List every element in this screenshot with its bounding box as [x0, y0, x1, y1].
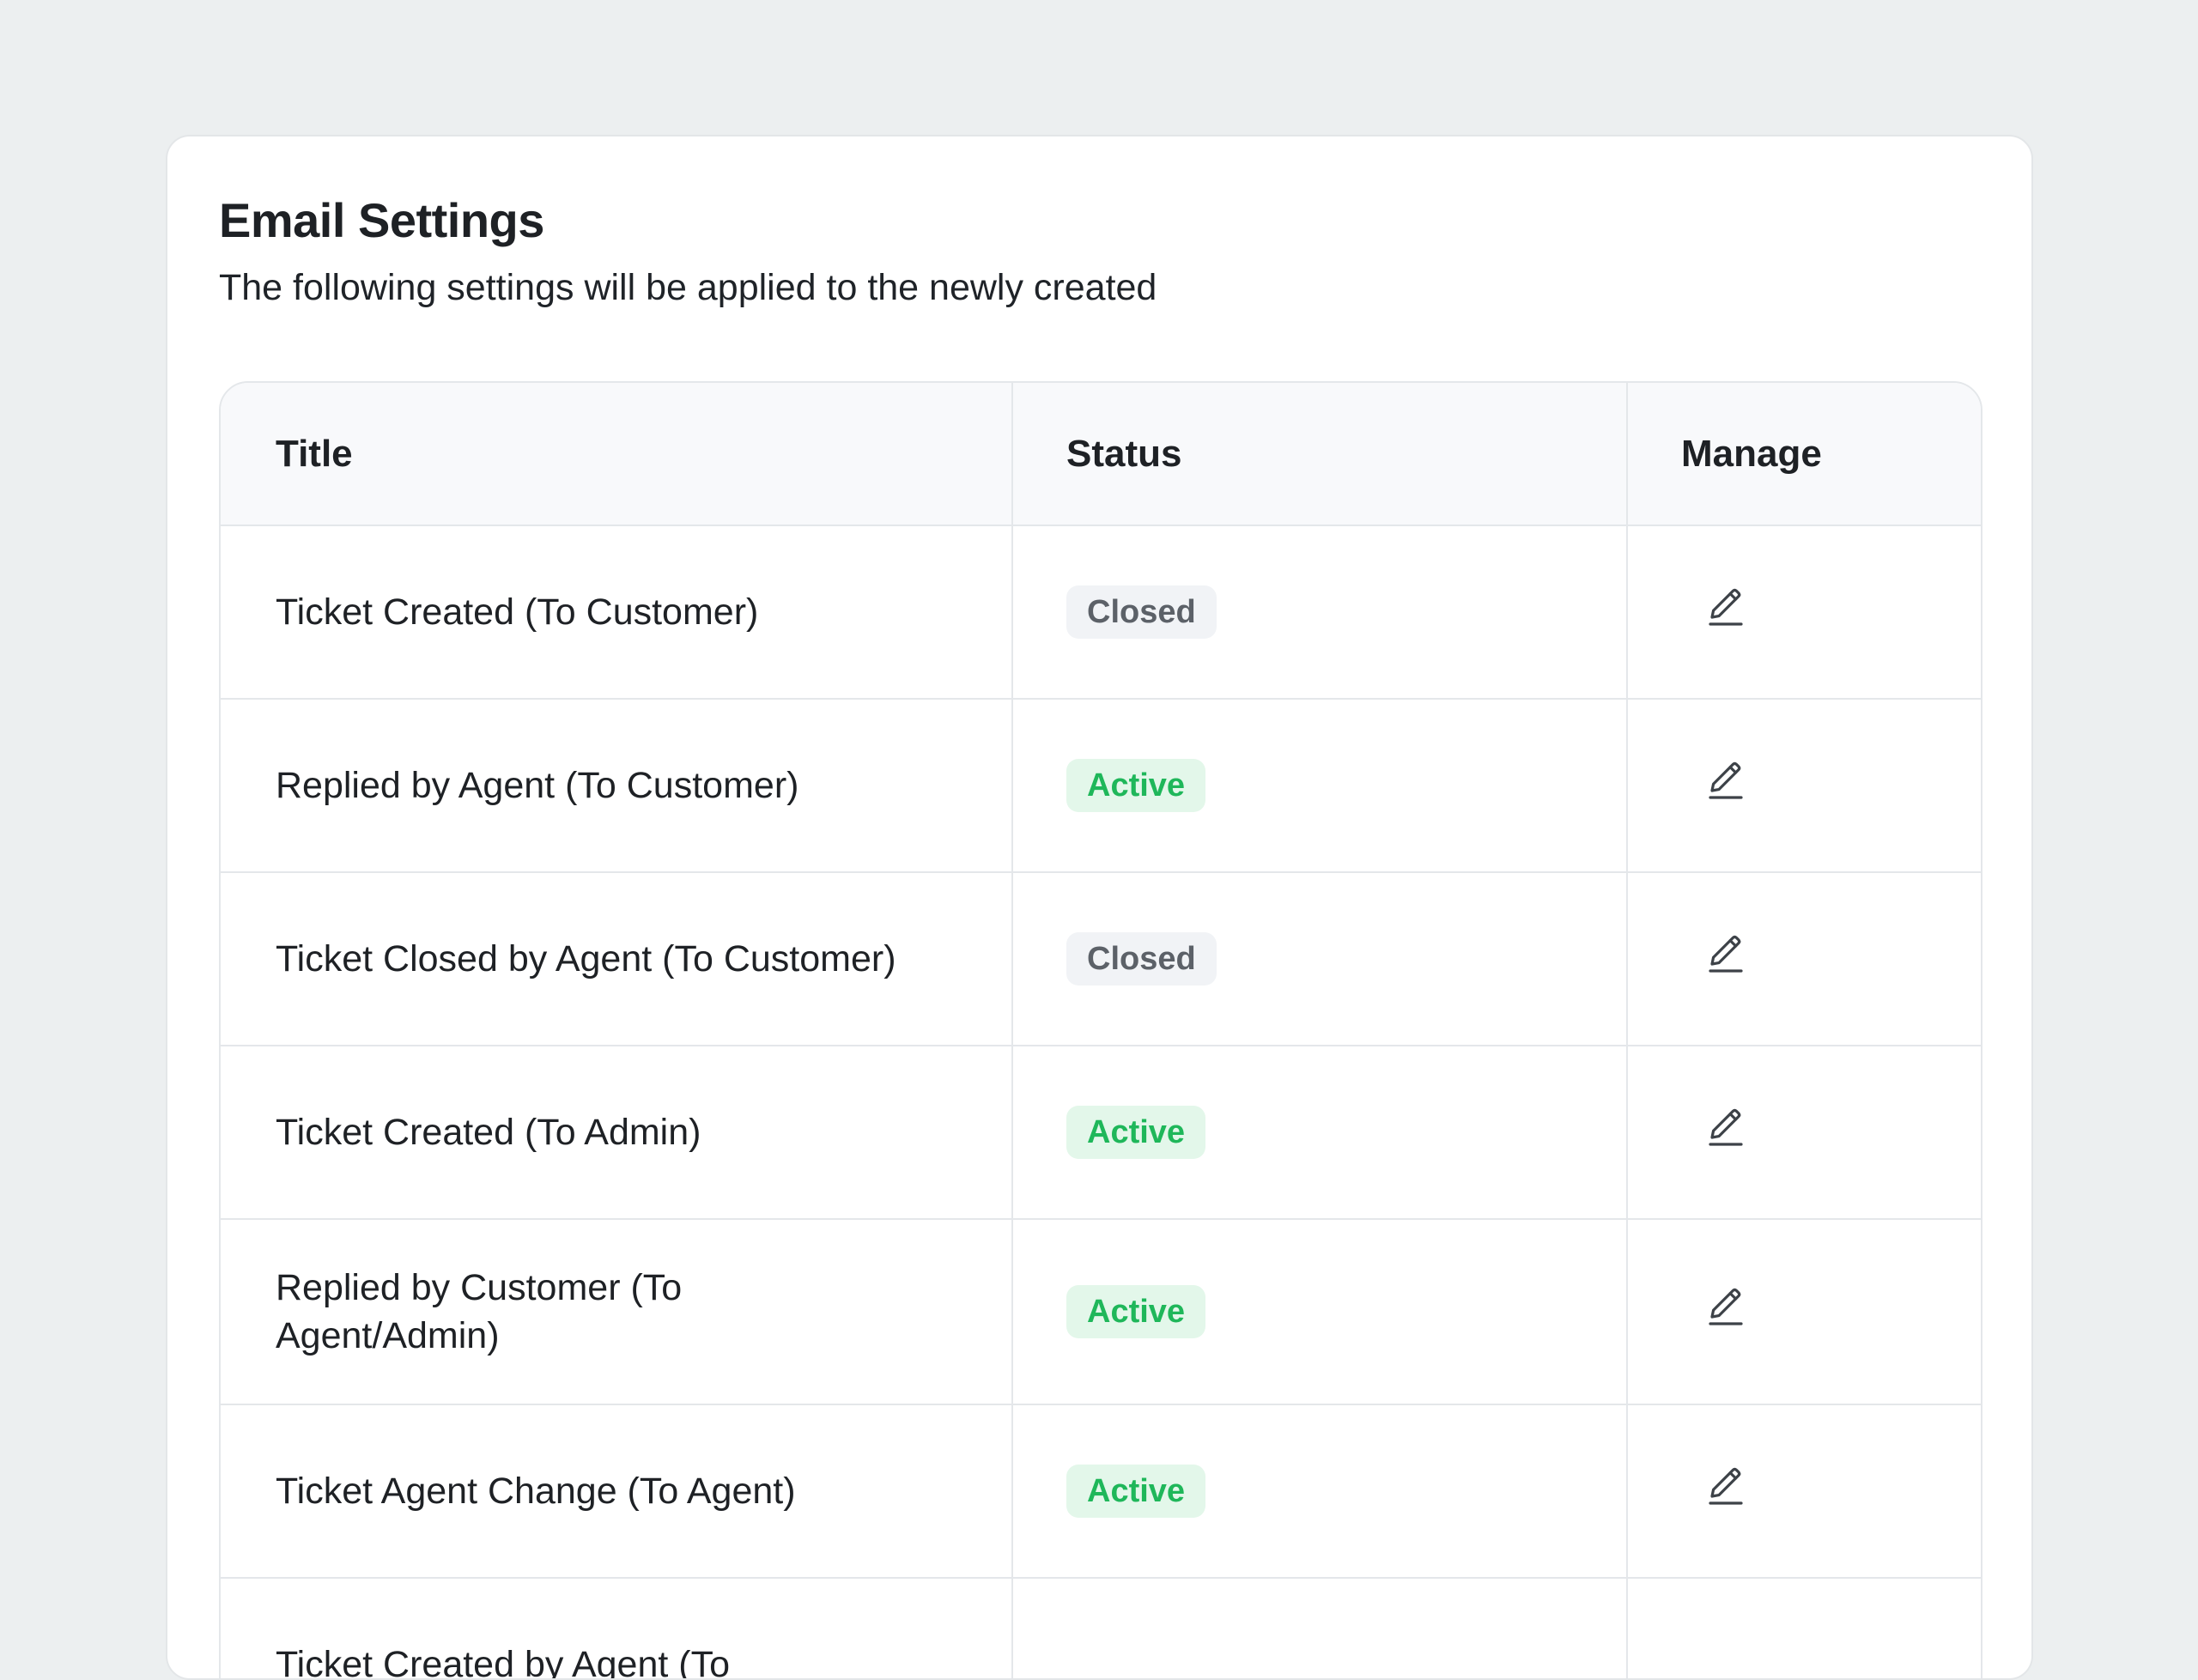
edit-icon[interactable]	[1705, 757, 1746, 802]
edit-icon[interactable]	[1705, 931, 1746, 975]
row-title: Ticket Created (To Admin)	[221, 1046, 1013, 1220]
row-manage-cell	[1627, 699, 1981, 873]
table-row: Ticket Agent Change (To Agent) Active	[221, 1404, 1981, 1579]
row-status-cell: Active	[1012, 1046, 1628, 1220]
edit-icon[interactable]	[1705, 584, 1746, 628]
table-row: Replied by Agent (To Customer) Active	[221, 699, 1981, 873]
row-status-cell: Closed	[1012, 525, 1628, 700]
status-badge: Active	[1066, 1285, 1206, 1338]
row-title: Replied by Agent (To Customer)	[221, 699, 1013, 873]
row-manage-cell	[1627, 1046, 1981, 1220]
status-badge: Active	[1066, 1465, 1206, 1518]
page-subtitle: The following settings will be applied t…	[219, 267, 1157, 308]
table-row: Ticket Created by Agent (To	[221, 1578, 1981, 1678]
email-settings-card: Email Settings The following settings wi…	[166, 135, 2033, 1680]
row-status-cell	[1012, 1578, 1628, 1678]
row-status-cell: Active	[1012, 1219, 1628, 1405]
status-badge: Closed	[1066, 585, 1217, 639]
table-row: Ticket Created (To Customer) Closed	[221, 525, 1981, 700]
table-header-row: Title Status Manage	[221, 383, 1981, 526]
status-badge: Active	[1066, 1106, 1206, 1159]
status-badge: Active	[1066, 759, 1206, 812]
row-manage-cell	[1627, 1219, 1981, 1405]
page-title: Email Settings	[219, 193, 544, 247]
row-title: Ticket Closed by Agent (To Customer)	[221, 872, 1013, 1046]
row-title: Ticket Created by Agent (To	[221, 1578, 1013, 1678]
status-badge: Closed	[1066, 932, 1217, 986]
table-row: Replied by Customer (To Agent/Admin) Acti…	[221, 1219, 1981, 1405]
row-status-cell: Active	[1012, 699, 1628, 873]
row-manage-cell	[1627, 525, 1981, 700]
column-header-title: Title	[221, 383, 1013, 526]
column-header-manage: Manage	[1627, 383, 1981, 526]
email-settings-table: Title Status Manage Ticket Created (To C…	[219, 381, 1982, 1678]
row-title: Ticket Created (To Customer)	[221, 525, 1013, 700]
table-row: Ticket Closed by Agent (To Customer) Clos…	[221, 872, 1981, 1046]
row-status-cell: Closed	[1012, 872, 1628, 1046]
column-header-status: Status	[1012, 383, 1628, 526]
edit-icon[interactable]	[1705, 1283, 1746, 1328]
table-row: Ticket Created (To Admin) Active	[221, 1046, 1981, 1220]
row-manage-cell	[1627, 1404, 1981, 1579]
row-manage-cell	[1627, 872, 1981, 1046]
row-manage-cell	[1627, 1578, 1981, 1678]
row-title: Replied by Customer (To Agent/Admin)	[221, 1219, 1013, 1405]
row-status-cell: Active	[1012, 1404, 1628, 1579]
edit-icon[interactable]	[1705, 1463, 1746, 1507]
edit-icon[interactable]	[1705, 1104, 1746, 1149]
row-title: Ticket Agent Change (To Agent)	[221, 1404, 1013, 1579]
